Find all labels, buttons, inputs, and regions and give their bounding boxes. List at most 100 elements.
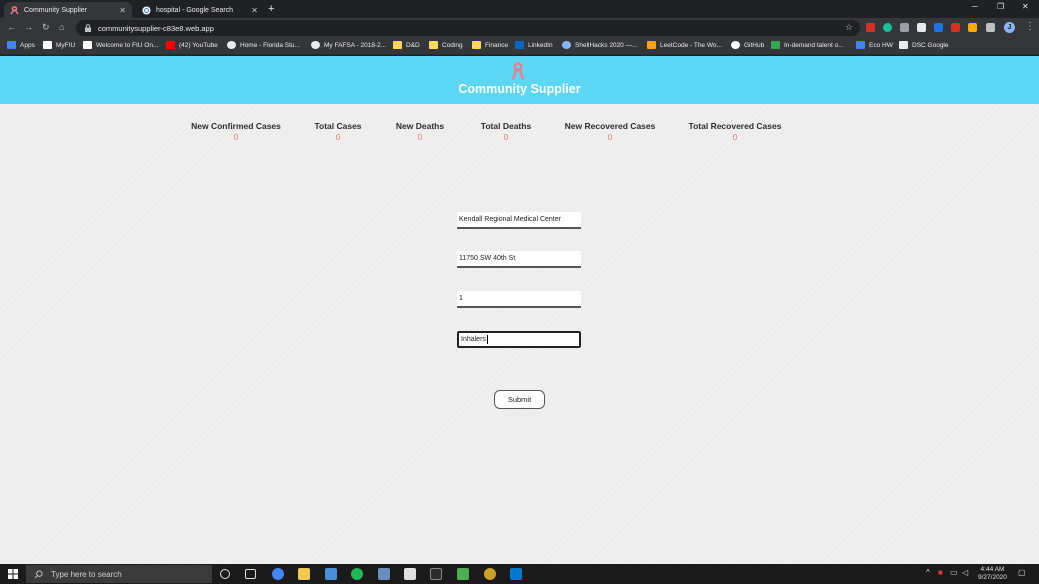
eco-icon [856,41,865,49]
taskbar: Type here to search ^ ■ ▭ ◁ 4:44 AM 9/27… [0,564,1039,584]
submit-button[interactable]: Submit [494,390,545,409]
bookmark-myfiu[interactable]: MyFIU [43,41,75,49]
stat-value: 0 [732,132,738,142]
stat-total-cases: Total Cases 0 [308,121,368,142]
bookmarks-bar: Apps MyFIU Welcome to FIU On... (42) You… [0,38,1039,55]
folder-icon [472,41,481,49]
new-tab-icon[interactable]: + [268,3,274,15]
bookmark-apps[interactable]: Apps [7,41,35,49]
tab-close-icon[interactable]: ✕ [119,6,126,15]
address-field[interactable]: 11750 SW 40th St [457,251,581,268]
tab-close-icon[interactable]: ✕ [251,6,258,15]
reload-icon[interactable]: ↻ [42,22,50,33]
address-bar[interactable]: communitysupplier-c83e8.web.app [76,20,860,36]
app-icon[interactable] [457,568,469,580]
extension-icon[interactable] [968,23,977,32]
bookmark-leetcode[interactable]: LeetCode - The Wo... [647,41,722,49]
photos-icon[interactable] [325,568,337,580]
stat-total-deaths: Total Deaths 0 [473,121,539,142]
apps-grid-icon [7,41,16,49]
quantity-field[interactable]: 1 [457,291,581,308]
home-icon[interactable]: ⌂ [59,22,64,32]
stat-new-recovered-cases: New Recovered Cases 0 [561,121,659,142]
stat-label: New Deaths [395,121,445,131]
grammarly-extension-icon[interactable] [883,23,892,32]
shield-app-icon[interactable] [404,568,416,580]
stat-value: 0 [607,132,613,142]
forward-icon[interactable]: → [24,22,33,32]
stat-new-deaths: New Deaths 0 [389,121,451,142]
bookmark-github[interactable]: GitHub [731,41,764,49]
stat-total-recovered-cases: Total Recovered Cases 0 [684,121,786,142]
volume-icon[interactable]: ◁ [962,568,968,577]
extension-icon[interactable] [934,23,943,32]
clock-date: 9/27/2020 [978,574,1007,581]
profile-avatar[interactable]: J [1004,22,1015,33]
bookmark-linkedin[interactable]: LinkedIn [515,41,553,49]
text-caret [486,335,488,344]
chrome-icon[interactable] [272,568,284,580]
page-content: Community Supplier New Confirmed Cases 0… [0,56,1039,564]
supply-item-field[interactable]: Inhalers [457,331,581,348]
bookmark-eco-hw[interactable]: Eco HW [856,41,893,49]
adblock-extension-icon[interactable] [866,23,875,32]
awareness-ribbon-icon [511,62,525,80]
site-title: Community Supplier [458,82,581,96]
stat-value: 0 [335,132,341,142]
bookmark-fiu-online[interactable]: Welcome to FIU On... [83,41,158,49]
taskbar-search[interactable]: Type here to search [26,565,212,583]
bookmark-folder-dnd[interactable]: D&D [393,41,420,49]
search-placeholder: Type here to search [51,569,122,579]
stat-label: Total Recovered Cases [688,121,782,131]
windows-start-icon[interactable] [8,569,18,579]
minimize-icon[interactable]: ─ [972,2,978,11]
google-favicon-icon [142,5,151,15]
tab-strip: Community Supplier ✕ hospital - Google S… [0,0,1039,18]
tab-community-supplier[interactable]: Community Supplier ✕ [4,2,132,18]
shield-extension-icon[interactable] [917,23,926,32]
taskbar-clock[interactable]: 4:44 AM 9/27/2020 [978,566,1007,582]
bookmark-youtube[interactable]: (42) YouTube [166,41,218,49]
menu-kebab-icon[interactable]: ⋮ [1025,21,1035,32]
extension-icon[interactable] [900,23,909,32]
linkedin-icon [515,41,524,49]
bookmark-star-icon[interactable]: ☆ [845,22,853,33]
tray-chevron-icon[interactable]: ^ [926,568,930,577]
close-window-icon[interactable]: ✕ [1022,2,1029,11]
puzzle-extensions-icon[interactable] [986,23,995,32]
back-icon[interactable]: ← [7,22,16,32]
dsc-icon [899,41,908,49]
bookmark-shellhacks[interactable]: ShellHacks 2020 —... [562,41,638,49]
file-explorer-icon[interactable] [298,568,310,580]
leetcode-icon [647,41,656,49]
bookmark-dsc-google[interactable]: DSC Google [899,41,949,49]
spotify-icon[interactable] [351,568,363,580]
stat-value: 0 [417,132,423,142]
bookmark-fafsa[interactable]: My FAFSA - 2018-2... [311,41,386,49]
tab-title: Community Supplier [24,6,88,14]
game-app-icon[interactable] [484,568,496,580]
task-view-icon[interactable] [245,569,256,579]
bookmark-folder-finance[interactable]: Finance [472,41,508,49]
hospital-name-field[interactable]: Kendall Regional Medical Center [457,212,581,229]
tab-hospital-search[interactable]: hospital - Google Search ✕ [136,2,264,18]
app-icon[interactable] [378,568,390,580]
restore-icon[interactable]: ❐ [997,2,1004,11]
youtube-icon [166,41,175,49]
network-icon[interactable]: ▭ [950,568,958,577]
fiu-icon [83,41,92,49]
github-icon [731,41,740,49]
bookmark-indemand-talent[interactable]: In-demand talent o... [771,41,844,49]
cortana-icon[interactable] [220,569,230,579]
bookmark-florida-student[interactable]: Home - Florida Stu... [227,41,300,49]
tray-app-icon[interactable]: ■ [938,568,943,577]
bookmark-folder-coding[interactable]: Coding [429,41,463,49]
terminal-icon[interactable] [430,568,442,580]
notifications-icon[interactable]: ▢ [1018,568,1026,577]
vscode-icon[interactable] [510,568,522,580]
fiu-icon [43,41,52,49]
stat-label: Total Cases [314,121,362,131]
clock-time: 4:44 AM [980,566,1005,573]
browser-toolbar: ← → ↻ ⌂ communitysupplier-c83e8.web.app … [0,18,1039,38]
extension-icon[interactable] [951,23,960,32]
